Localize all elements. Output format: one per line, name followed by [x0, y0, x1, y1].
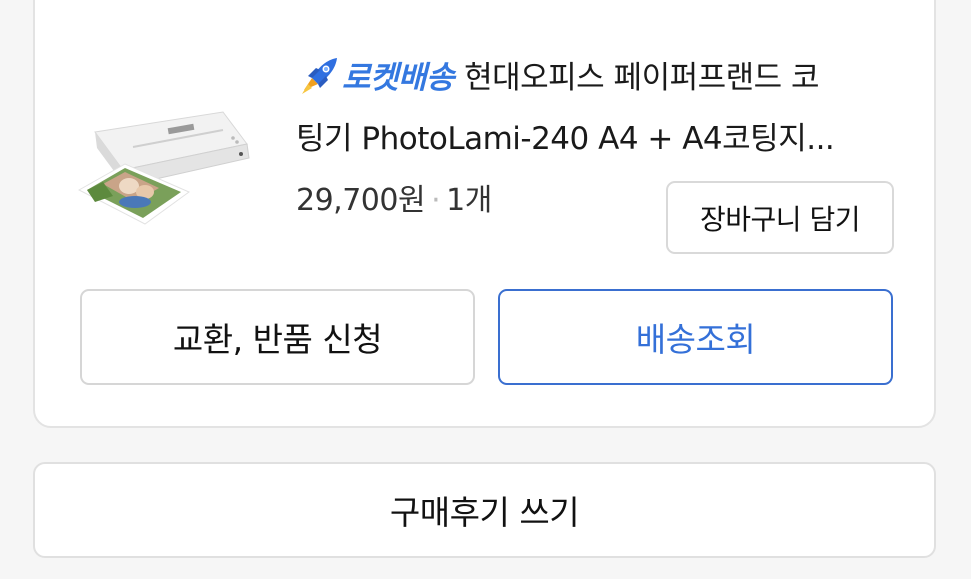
- product-price: 29,700원: [296, 183, 426, 218]
- exchange-return-button[interactable]: 교환, 반품 신청: [80, 289, 475, 385]
- track-delivery-button[interactable]: 배송조회: [498, 289, 893, 385]
- add-to-cart-button[interactable]: 장바구니 담기: [666, 181, 894, 254]
- product-title-text-2: 팅기 PhotoLami-240 A4 + A4코팅지...: [296, 121, 835, 157]
- write-review-button[interactable]: 구매후기 쓰기: [33, 462, 936, 558]
- product-title[interactable]: 로켓배송 현대오피스 페이퍼프랜드 코 팅기 PhotoLami-240 A4 +…: [296, 48, 906, 170]
- price-quantity: 29,700원 · 1개: [296, 175, 492, 219]
- product-title-text-1: 현대오피스 페이퍼프랜드 코: [464, 60, 820, 96]
- rocket-icon: [296, 56, 340, 96]
- laminator-image: [77, 111, 250, 225]
- rocket-delivery-label: 로켓배송: [342, 60, 455, 96]
- product-quantity: 1개: [446, 183, 492, 218]
- order-item-card: 로켓배송 현대오피스 페이퍼프랜드 코 팅기 PhotoLami-240 A4 +…: [33, 0, 936, 428]
- price-separator: ·: [431, 183, 441, 218]
- product-title-line: 로켓배송 현대오피스 페이퍼프랜드 코: [296, 48, 906, 109]
- product-thumbnail[interactable]: [73, 92, 253, 232]
